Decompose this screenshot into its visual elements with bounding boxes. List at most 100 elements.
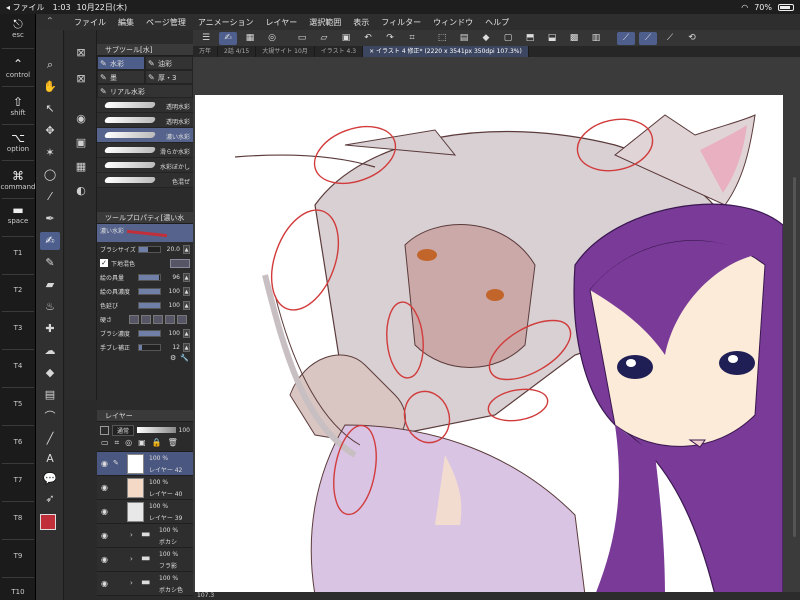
subtool-tab-watercolor[interactable]: 水彩 xyxy=(97,56,145,71)
menu-layer[interactable]: レイヤー xyxy=(266,17,298,28)
settings-icon[interactable]: ⚙ xyxy=(170,354,176,366)
key-t2[interactable]: T2 xyxy=(0,286,36,294)
menu-help[interactable]: ヘルプ xyxy=(485,17,509,28)
doc-tab[interactable]: 2話 4/15 xyxy=(218,46,257,57)
menu-edit[interactable]: 編集 xyxy=(118,17,134,28)
key-t1[interactable]: T1 xyxy=(0,249,36,257)
correct-line-icon[interactable]: ➶ xyxy=(40,490,60,508)
layer-folder-row[interactable]: ◉ › ▬ 100 % フラ影 xyxy=(97,548,193,572)
doc-tab[interactable]: 万年 xyxy=(193,46,219,57)
ruler-snap-icon[interactable]: ⟋ xyxy=(617,31,635,45)
key-t9[interactable]: T9 xyxy=(0,552,36,560)
reference-icon[interactable]: ◎ xyxy=(125,438,132,451)
menu-animation[interactable]: アニメーション xyxy=(198,17,254,28)
subtool-tab-real-watercolor[interactable]: リアル水彩 xyxy=(97,84,193,99)
eye-icon[interactable]: ◉ xyxy=(101,579,108,588)
back-to-files[interactable]: ◂ ファイル xyxy=(6,2,45,13)
canvas-paper[interactable] xyxy=(195,95,783,592)
brush-item[interactable]: 透明水彩 xyxy=(97,113,193,128)
wrench-icon[interactable]: 🔧 xyxy=(180,354,189,366)
subtool-tab-oil[interactable]: 油彩 xyxy=(145,56,193,71)
operation-tool-icon[interactable]: ↖ xyxy=(40,100,60,118)
eye-icon[interactable]: ◉ xyxy=(101,507,108,516)
balloon-tool-icon[interactable]: 💬 xyxy=(40,470,60,488)
canvas-area[interactable] xyxy=(193,57,800,592)
doc-tab[interactable]: 大規サイト 10月 xyxy=(256,46,315,57)
prop-underlay-mix[interactable]: ✓ 下地混色 xyxy=(97,256,193,270)
brush-item-selected[interactable]: 濃い水彩 xyxy=(97,128,193,143)
eraser-tool-icon[interactable]: ▰ xyxy=(40,276,60,294)
key-t4[interactable]: T4 xyxy=(0,362,36,370)
eye-icon[interactable]: ◉ xyxy=(101,459,108,468)
blend-tool-icon[interactable]: ☁ xyxy=(40,342,60,360)
layer-folder-row[interactable]: ◉ › ▬ 100 % ボカシ xyxy=(97,524,193,548)
shape-tool-icon[interactable]: ⌒ xyxy=(40,408,60,426)
pencil-tool-icon[interactable]: ✎ xyxy=(40,254,60,272)
fill-icon[interactable]: ◆ xyxy=(477,32,495,45)
main-color-swatch[interactable] xyxy=(40,514,56,530)
chevron-right-icon[interactable]: › xyxy=(130,531,133,539)
invert-icon[interactable]: ▩ xyxy=(565,32,583,45)
menu-view[interactable]: 表示 xyxy=(353,17,369,28)
history-icon[interactable]: ▦ xyxy=(71,158,91,176)
brush-item[interactable]: 透明水彩 xyxy=(97,98,193,113)
prop-paint-density[interactable]: 絵の具濃度 100 ▲ xyxy=(97,284,193,298)
opacity-value[interactable]: 100 xyxy=(179,427,190,434)
crop-icon[interactable]: ⌗ xyxy=(403,32,421,45)
app-logo-icon[interactable]: ᵔ xyxy=(48,16,62,28)
chevron-right-icon[interactable]: › xyxy=(130,579,133,587)
fill-tool-icon[interactable]: ◆ xyxy=(40,364,60,382)
selection-icon[interactable]: ⬚ xyxy=(433,32,451,45)
layer-lock-icon[interactable] xyxy=(100,425,109,435)
prop-brush-density[interactable]: ブラシ濃度 100 ▲ xyxy=(97,326,193,340)
menu-filter[interactable]: フィルター xyxy=(381,17,421,28)
eye-icon[interactable]: ◉ xyxy=(101,555,108,564)
key-t7[interactable]: T7 xyxy=(0,476,36,484)
eyedropper-icon[interactable]: ⁄ xyxy=(40,188,60,206)
eye-icon[interactable]: ◎ xyxy=(263,32,281,45)
grid-icon[interactable]: ▦ xyxy=(241,32,259,45)
blend-mode-select[interactable]: 通常 xyxy=(112,424,135,436)
menu-selection[interactable]: 選択範囲 xyxy=(309,17,341,28)
text-tool-icon[interactable]: A xyxy=(40,450,60,468)
save-icon[interactable]: ▣ xyxy=(337,32,355,45)
menu-window[interactable]: ウィンドウ xyxy=(433,17,473,28)
hamburger-menu-icon[interactable]: ☰ xyxy=(197,32,215,45)
prop-paint-amount[interactable]: 絵の具量 96 ▲ xyxy=(97,270,193,284)
subtool-tab-ink[interactable]: 墨 xyxy=(97,70,145,85)
menu-file[interactable]: ファイル xyxy=(74,17,106,28)
lock-icon[interactable]: 🔒 xyxy=(152,438,162,451)
key-control[interactable]: ⌃ control xyxy=(0,58,36,80)
airbrush-icon[interactable]: ♨ xyxy=(40,298,60,316)
key-t3[interactable]: T3 xyxy=(0,324,36,332)
rotate-view-icon[interactable]: ⟲ xyxy=(683,32,701,45)
zoom-value[interactable]: 107.3 xyxy=(197,592,214,599)
new-layer-icon[interactable]: ▭ xyxy=(101,438,109,451)
brush-tool-icon[interactable]: ✍ xyxy=(40,232,60,250)
key-command[interactable]: ⌘ command xyxy=(0,170,36,192)
ruler-tool-icon[interactable]: ╱ xyxy=(40,430,60,448)
key-esc[interactable]: ⎋ esc xyxy=(0,18,36,40)
layer-property-icon[interactable]: ▣ xyxy=(71,134,91,152)
brush-icon[interactable]: ✍ xyxy=(219,31,237,45)
paste-icon[interactable]: ▢ xyxy=(499,32,517,45)
doc-tab[interactable]: イラスト 4.3 xyxy=(315,46,364,57)
zoom-tool-icon[interactable]: ⌕ xyxy=(40,56,60,74)
magic-wand-icon[interactable]: ✶ xyxy=(40,144,60,162)
grid-snap-icon[interactable]: ⟋ xyxy=(661,32,679,45)
brush-item[interactable]: 滑らか水彩 xyxy=(97,143,193,158)
trash-icon[interactable]: 🗑 xyxy=(168,438,178,451)
layer-row[interactable]: ◉ 100 % レイヤー 39 xyxy=(97,500,193,524)
move-tool-icon[interactable]: ✥ xyxy=(40,122,60,140)
expand-icon[interactable]: ▥ xyxy=(587,32,605,45)
menu-page[interactable]: ページ管理 xyxy=(146,17,186,28)
prop-brush-size[interactable]: ブラシサイズ 20.0 ▲ xyxy=(97,242,193,256)
brush-item[interactable]: 水彩ぼかし xyxy=(97,158,193,173)
prop-brush-tip[interactable]: 硬さ xyxy=(97,312,193,326)
new-file-icon[interactable]: ▭ xyxy=(293,32,311,45)
subtool-tab-thick[interactable]: 厚・3 xyxy=(145,70,193,85)
opacity-slider[interactable] xyxy=(137,427,176,433)
underlay-mix-checkbox[interactable]: ✓ xyxy=(100,259,108,267)
key-t5[interactable]: T5 xyxy=(0,400,36,408)
undo-icon[interactable]: ↶ xyxy=(359,32,377,45)
